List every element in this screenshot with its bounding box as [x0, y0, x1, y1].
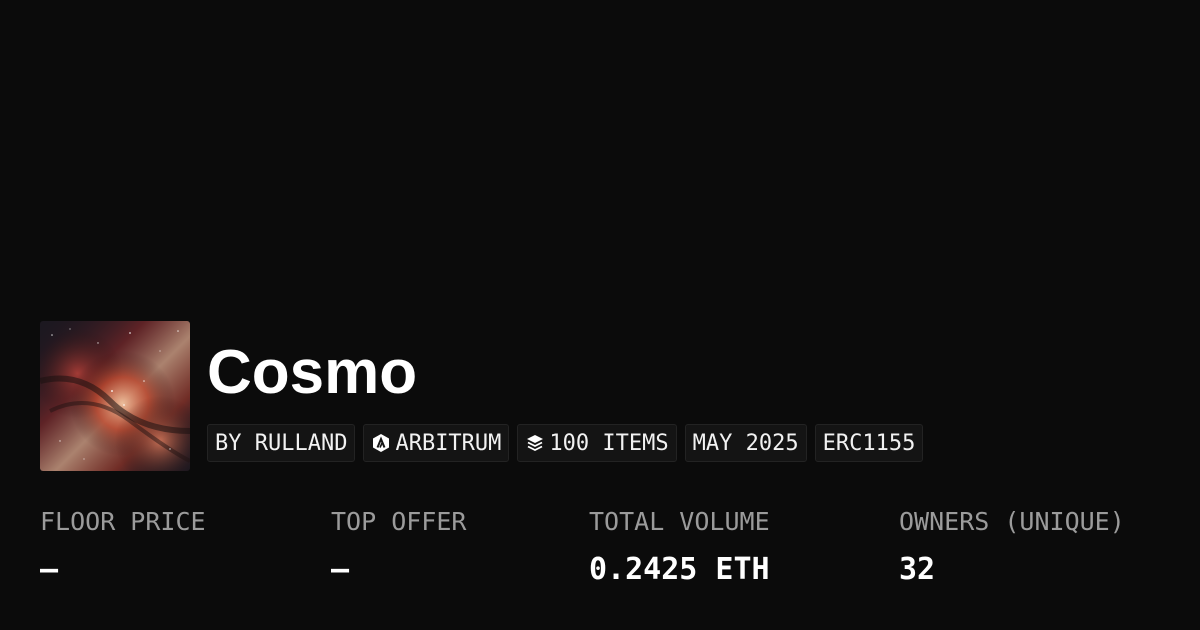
- milky-way-image: [40, 321, 190, 471]
- stat-value: –: [331, 552, 350, 587]
- collection-stats: FLOOR PRICE – TOP OFFER – TOTAL VOLUME 0…: [0, 505, 1200, 605]
- standard-tag: ERC1155: [814, 424, 924, 462]
- collection-header: Cosmo BY RULLAND ARBITRUM 100 ITEMS MAY …: [40, 321, 931, 471]
- stat-value: –: [40, 552, 59, 587]
- creator-tag-label: BY RULLAND: [215, 430, 348, 456]
- stat-floor-price: FLOOR PRICE –: [40, 505, 206, 587]
- stat-label: FLOOR PRICE: [40, 507, 206, 536]
- date-tag-label: MAY 2025: [692, 430, 799, 456]
- creator-tag[interactable]: BY RULLAND: [207, 424, 356, 462]
- stat-value: 0.2425 ETH: [589, 552, 770, 587]
- stat-value: 32: [899, 552, 936, 587]
- standard-tag-label: ERC1155: [822, 430, 916, 456]
- chain-tag[interactable]: ARBITRUM: [363, 424, 510, 462]
- arbitrum-icon: [371, 433, 391, 453]
- chain-tag-label: ARBITRUM: [395, 430, 502, 456]
- items-tag[interactable]: 100 ITEMS: [517, 424, 677, 462]
- stat-owners: OWNERS (UNIQUE) 32: [899, 505, 1125, 587]
- collection-title: Cosmo: [207, 338, 418, 407]
- layers-icon: [525, 433, 545, 453]
- stat-label: OWNERS (UNIQUE): [899, 507, 1125, 536]
- items-tag-label: 100 ITEMS: [549, 430, 669, 456]
- date-tag: MAY 2025: [684, 424, 807, 462]
- collection-tags: BY RULLAND ARBITRUM 100 ITEMS MAY 2025 E…: [207, 424, 931, 462]
- stat-total-volume: TOTAL VOLUME 0.2425 ETH: [589, 505, 770, 587]
- stat-top-offer: TOP OFFER –: [331, 505, 466, 587]
- stat-label: TOP OFFER: [331, 507, 467, 536]
- stat-label: TOTAL VOLUME: [589, 507, 770, 536]
- collection-info: Cosmo BY RULLAND ARBITRUM 100 ITEMS MAY …: [207, 321, 931, 462]
- collection-avatar: [40, 321, 190, 471]
